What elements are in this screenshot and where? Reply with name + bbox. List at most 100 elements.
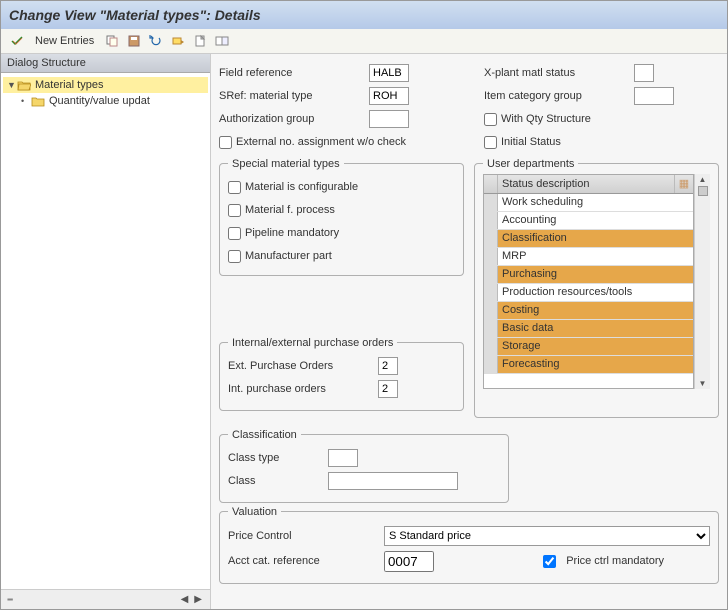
price-ctrl-mandatory-checkbox[interactable] [543, 555, 556, 568]
check-icon[interactable] [9, 33, 25, 49]
folder-open-icon [17, 79, 31, 91]
tree-bullet-icon: • [21, 96, 31, 106]
table-row[interactable]: Storage [484, 338, 693, 356]
xplant-status-label: X-plant matl status [484, 67, 634, 79]
row-cell: Basic data [498, 320, 693, 337]
ext-purchase-input[interactable] [378, 357, 398, 375]
grip-icon[interactable]: ▪▪▪▪▪ [7, 595, 11, 604]
copy-icon[interactable] [104, 33, 120, 49]
table-row[interactable]: Costing [484, 302, 693, 320]
sref-material-type-label: SRef: material type [219, 90, 369, 102]
left-arrow-icon[interactable]: ◀ [179, 594, 191, 605]
row-handle-icon[interactable] [484, 302, 498, 319]
special-material-types-group: Special material types Material is confi… [219, 163, 464, 276]
acct-cat-reference-label: Acct cat. reference [228, 555, 378, 567]
valuation-title: Valuation [228, 506, 281, 518]
external-no-checkbox[interactable] [219, 136, 232, 149]
dialog-structure-header: Dialog Structure [1, 54, 210, 73]
authorization-group-label: Authorization group [219, 113, 369, 125]
row-handle-icon[interactable] [484, 248, 498, 265]
row-cell: Classification [498, 230, 693, 247]
user-departments-title: User departments [483, 158, 578, 170]
row-handle-icon[interactable] [484, 194, 498, 211]
undo-icon[interactable] [148, 33, 164, 49]
appmenu-icon[interactable] [214, 33, 230, 49]
row-handle-icon[interactable] [484, 266, 498, 283]
material-process-label: Material f. process [245, 204, 335, 216]
acct-cat-reference-input[interactable] [384, 551, 434, 572]
classification-group: Classification Class type Class [219, 434, 509, 503]
row-cell: Work scheduling [498, 194, 693, 211]
price-control-label: Price Control [228, 530, 378, 542]
table-row[interactable]: Forecasting [484, 356, 693, 374]
purchase-orders-group: Internal/external purchase orders Ext. P… [219, 342, 464, 411]
table-config-icon[interactable]: ▦ [675, 175, 693, 193]
classification-title: Classification [228, 429, 301, 441]
manufacturer-part-label: Manufacturer part [245, 250, 332, 262]
external-no-label: External no. assignment w/o check [236, 136, 406, 148]
manufacturer-part-checkbox[interactable] [228, 250, 241, 263]
table-row[interactable]: Accounting [484, 212, 693, 230]
scroll-thumb[interactable] [698, 186, 708, 196]
status-description-header[interactable]: Status description [498, 175, 675, 193]
table-scrollbar[interactable]: ▲ ▼ [694, 174, 710, 389]
transport-icon[interactable] [170, 33, 186, 49]
xplant-status-input[interactable] [634, 64, 654, 82]
int-purchase-input[interactable] [378, 380, 398, 398]
table-row[interactable]: Production resources/tools [484, 284, 693, 302]
class-type-input[interactable] [328, 449, 358, 467]
page-title: Change View "Material types": Details [1, 1, 727, 29]
pipeline-mandatory-label: Pipeline mandatory [245, 227, 339, 239]
valuation-group: Valuation Price Control S Standard price… [219, 511, 719, 584]
field-reference-label: Field reference [219, 67, 369, 79]
new-icon[interactable] [192, 33, 208, 49]
folder-closed-icon [31, 95, 45, 107]
user-departments-group: User departments Status description ▦ Wo… [474, 163, 719, 418]
class-label: Class [228, 475, 328, 487]
with-qty-checkbox[interactable] [484, 113, 497, 126]
material-configurable-checkbox[interactable] [228, 181, 241, 194]
item-category-group-label: Item category group [484, 90, 634, 102]
tree-toggle-icon[interactable]: ▼ [7, 80, 17, 90]
price-control-select[interactable]: S Standard price [384, 526, 710, 546]
save-icon[interactable] [126, 33, 142, 49]
field-reference-input[interactable] [369, 64, 409, 82]
user-departments-table[interactable]: Status description ▦ Work schedulingAcco… [483, 174, 694, 389]
tree-item-quantity-value[interactable]: • Quantity/value updat [3, 93, 208, 109]
row-handle-icon[interactable] [484, 356, 498, 373]
int-purchase-label: Int. purchase orders [228, 383, 378, 395]
toolbar: New Entries [1, 29, 727, 54]
right-arrow-icon[interactable]: ▶ [192, 594, 204, 605]
row-handle-icon[interactable] [484, 212, 498, 229]
row-handle-icon[interactable] [484, 284, 498, 301]
sref-material-type-input[interactable] [369, 87, 409, 105]
row-handle-icon[interactable] [484, 338, 498, 355]
new-entries-button[interactable]: New Entries [31, 35, 98, 47]
with-qty-label: With Qty Structure [501, 113, 591, 125]
scroll-down-icon[interactable]: ▼ [699, 378, 707, 389]
pipeline-mandatory-checkbox[interactable] [228, 227, 241, 240]
authorization-group-input[interactable] [369, 110, 409, 128]
material-configurable-label: Material is configurable [245, 181, 358, 193]
material-process-checkbox[interactable] [228, 204, 241, 217]
ext-purchase-label: Ext. Purchase Orders [228, 360, 378, 372]
tree-item-material-types[interactable]: ▼ Material types [3, 77, 208, 93]
special-material-types-title: Special material types [228, 158, 344, 170]
class-input[interactable] [328, 472, 458, 490]
row-cell: Storage [498, 338, 693, 355]
table-row[interactable]: Basic data [484, 320, 693, 338]
table-row[interactable]: Classification [484, 230, 693, 248]
class-type-label: Class type [228, 452, 328, 464]
table-row[interactable]: MRP [484, 248, 693, 266]
scroll-up-icon[interactable]: ▲ [699, 174, 707, 185]
table-row[interactable]: Purchasing [484, 266, 693, 284]
table-row[interactable]: Work scheduling [484, 194, 693, 212]
row-cell: MRP [498, 248, 693, 265]
row-handle-icon[interactable] [484, 320, 498, 337]
row-handle-icon[interactable] [484, 230, 498, 247]
initial-status-label: Initial Status [501, 136, 561, 148]
initial-status-checkbox[interactable] [484, 136, 497, 149]
item-category-group-input[interactable] [634, 87, 674, 105]
dialog-structure-tree[interactable]: ▼ Material types • Quantity/value updat [1, 73, 210, 589]
price-ctrl-mandatory-label: Price ctrl mandatory [566, 555, 664, 567]
